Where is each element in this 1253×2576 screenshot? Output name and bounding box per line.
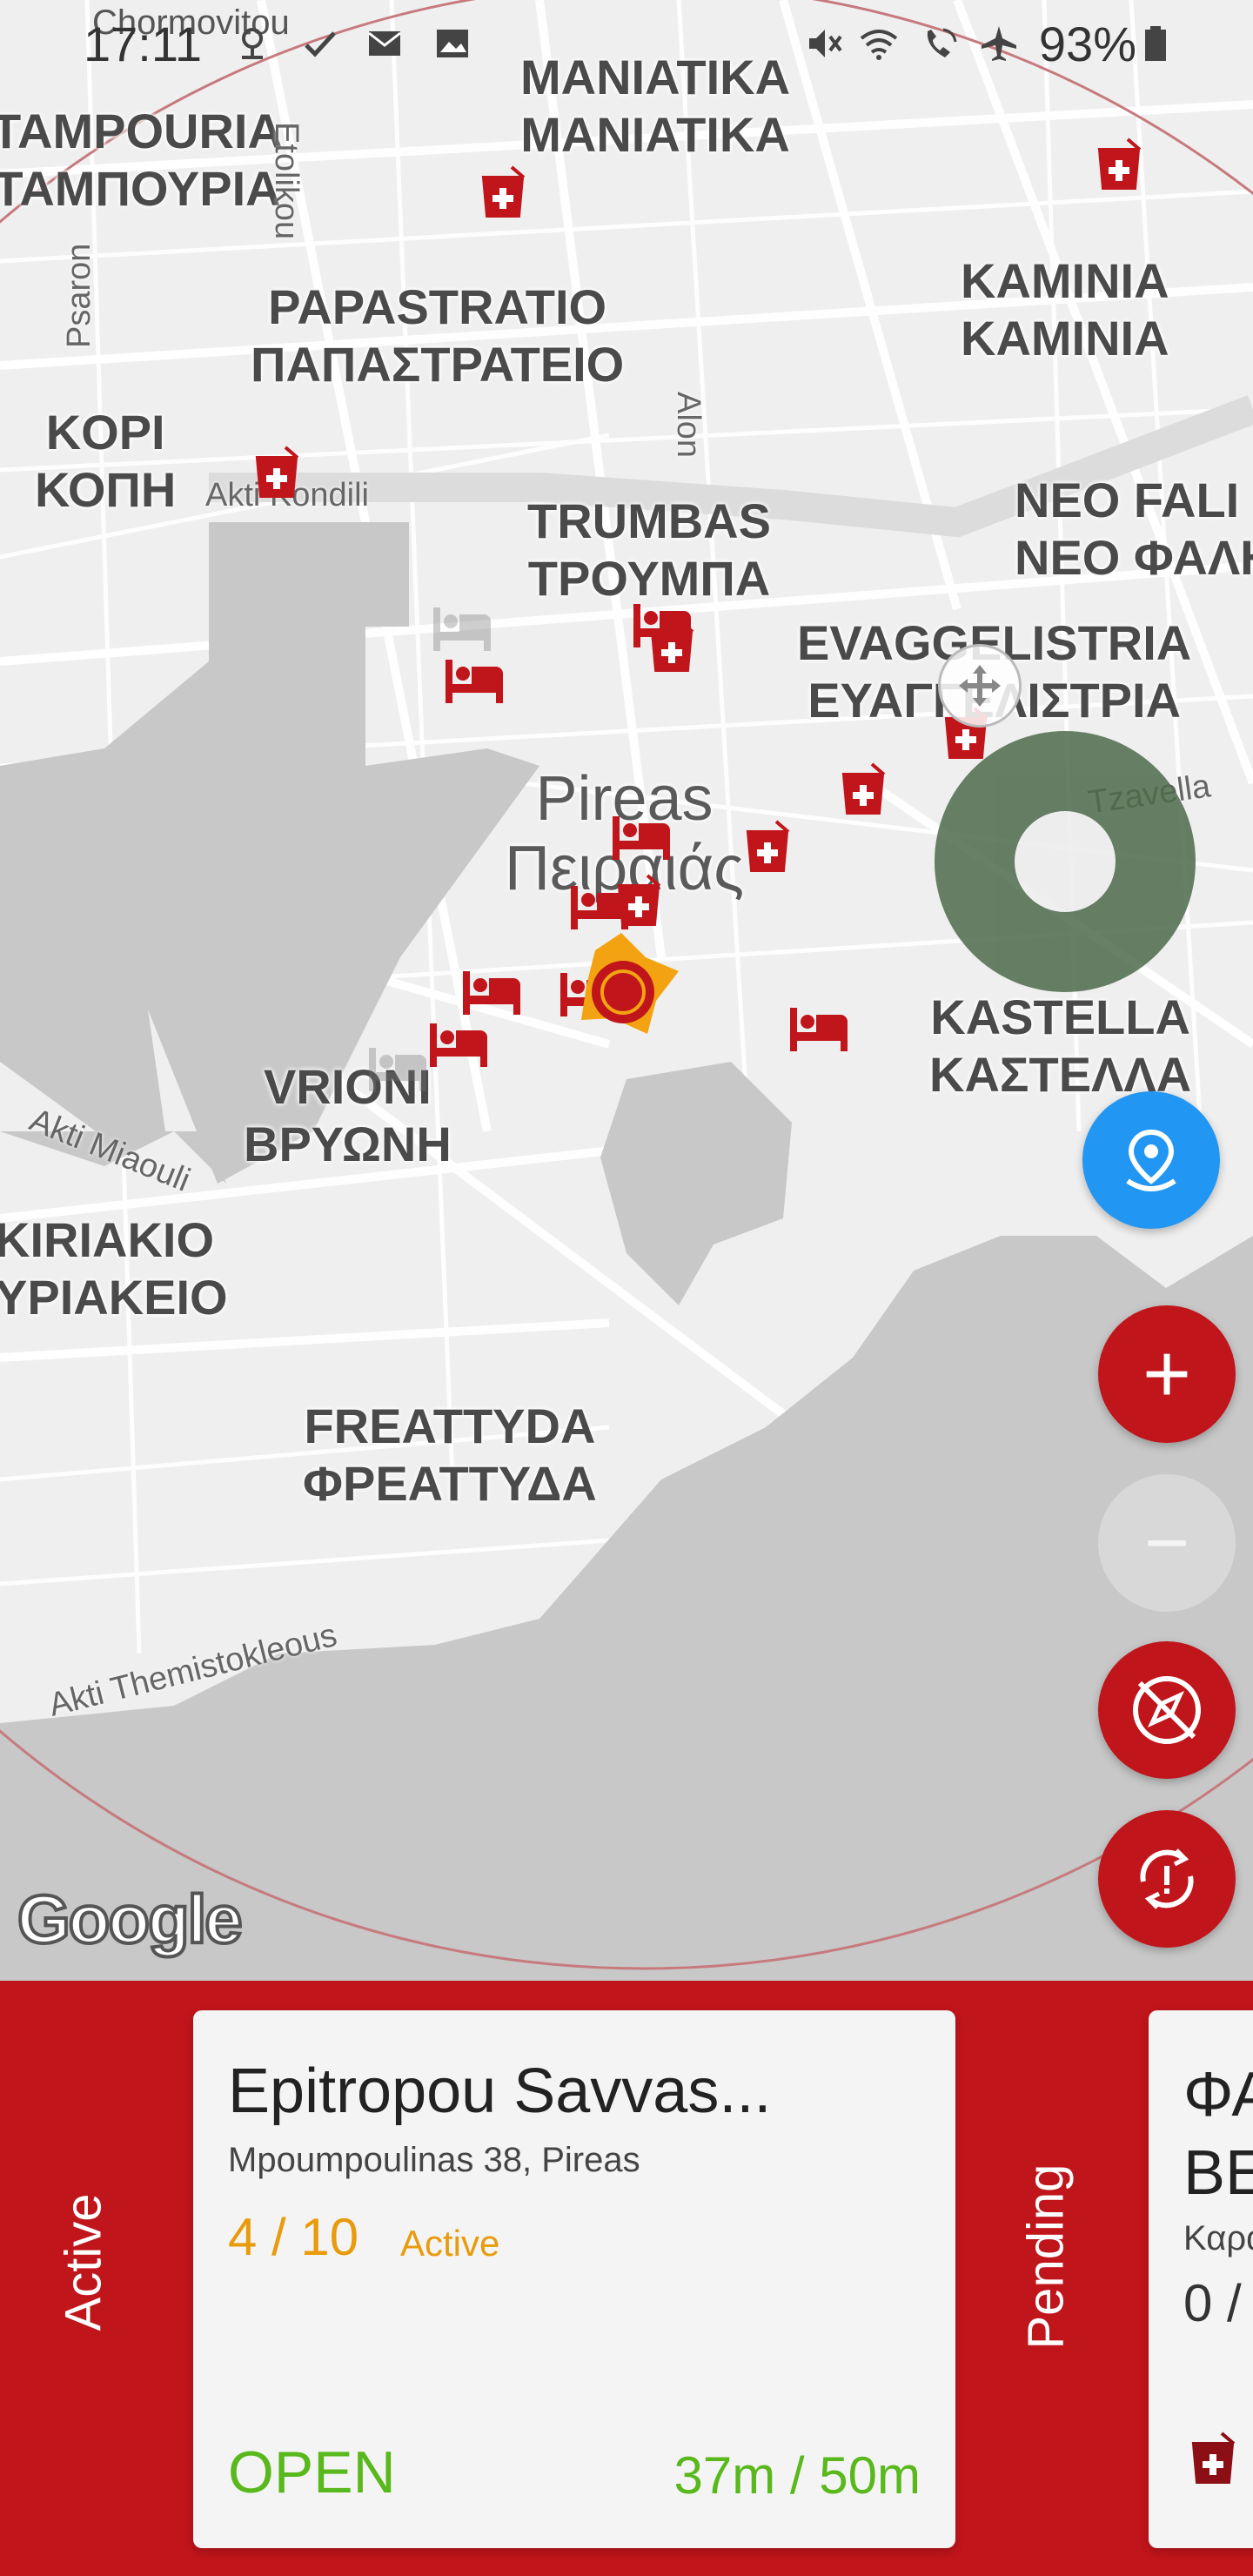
card-capacity: 4 / 10 xyxy=(228,2208,359,2266)
facility-card-active[interactable]: Epitropou Savvas... Mpoumpoulinas 38, Pi… xyxy=(193,2010,955,2548)
hospital-bed-icon xyxy=(369,1048,426,1091)
pharmacy-marker-icon[interactable] xyxy=(1093,138,1147,191)
my-location-button[interactable] xyxy=(1082,1091,1220,1229)
move-arrows-icon xyxy=(959,665,1001,707)
map-view[interactable]: MANIATIKA ΜΑΝΙΑΤΙΚΑ TAMPOURIA ΤΑΜΠΟΥΡΙΑ PA… xyxy=(0,0,1253,1981)
mail-icon xyxy=(368,31,401,56)
hospital-bed-icon[interactable] xyxy=(787,1001,851,1055)
hospital-bed-icon[interactable] xyxy=(630,597,694,651)
hospital-bed-icon xyxy=(433,607,491,651)
facility-card-pending[interactable]: ΦΑΒΕ Καρα 0 / xyxy=(1149,2010,1253,2548)
hospital-bed-icon[interactable] xyxy=(442,653,506,707)
status-bar: Chormovitou 17:11 93% xyxy=(0,0,1253,87)
location-status-icon xyxy=(242,28,263,59)
card-status: Active xyxy=(400,2223,500,2264)
zoom-in-button[interactable]: + xyxy=(1098,1305,1236,1443)
street-psaron: Psaron xyxy=(61,243,97,348)
wifi-call-icon xyxy=(927,28,957,57)
tab-pending[interactable]: Pending xyxy=(1017,2164,1075,2350)
street-etolikou: Etolikou xyxy=(268,122,305,240)
card-address: Mpoumpoulinas 38, Pireas xyxy=(228,2141,640,2179)
pharmacy-marker-icon[interactable] xyxy=(837,762,891,816)
card-address: Καρα xyxy=(1183,2219,1253,2257)
minus-icon: − xyxy=(1143,1499,1190,1587)
pharmacy-icon xyxy=(1191,2432,1236,2484)
district-trumbas: TRUMBAS ΤΡΟΥΜΠΑ xyxy=(527,493,771,606)
zoom-out-button[interactable]: − xyxy=(1098,1474,1236,1612)
card-distance: 37m / 50m xyxy=(673,2446,921,2505)
battery-icon xyxy=(1145,26,1166,61)
district-kopi: KOPI ΚΟΠΗ xyxy=(35,405,177,517)
hospital-bed-icon[interactable] xyxy=(609,809,673,863)
district-kiriakio: KIRIAKIO ΥΡΙΑΚΕΙΟ xyxy=(0,1212,228,1325)
district-papastratio: PAPASTRATIO ΠΑΠΑΣΤΡΑΤΕΙΟ xyxy=(251,279,625,392)
compass-off-icon xyxy=(1133,1676,1201,1744)
sync-alert-icon xyxy=(1140,1848,1194,1909)
google-attribution: Google xyxy=(16,1879,245,1959)
battery-percent: 93% xyxy=(1038,17,1136,71)
district-neo-faliro: NEO FALI ΝΕΟ ΦΑΛΗ xyxy=(1015,473,1253,585)
hospital-bed-icon[interactable] xyxy=(459,964,524,1018)
district-freattyda: FREATTYDA ΦΡΕΑΤΤΥΔΑ xyxy=(303,1399,597,1511)
wifi-icon xyxy=(860,30,898,60)
user-location-marker xyxy=(581,933,679,1034)
hospital-bed-icon[interactable] xyxy=(426,1016,491,1070)
street-alon: Alon xyxy=(670,392,707,459)
joystick-knob[interactable] xyxy=(1015,811,1116,912)
status-time: 17:11 xyxy=(84,17,202,71)
pharmacy-marker-icon[interactable] xyxy=(251,446,305,500)
tab-active[interactable]: Active xyxy=(55,2176,113,2350)
location-pin-icon xyxy=(1126,1129,1176,1191)
mute-icon xyxy=(809,30,842,57)
district-kastella: KASTELLA ΚΑΣΤΕΛΛΑ xyxy=(929,989,1192,1102)
district-tampouria: TAMPOURIA ΤΑΜΠΟΥΡΙΑ xyxy=(0,104,283,216)
card-open-state: OPEN xyxy=(228,2439,396,2506)
plus-icon: + xyxy=(1142,1327,1192,1420)
card-title: Epitropou Savvas... xyxy=(228,2056,772,2126)
sync-alert-button[interactable] xyxy=(1098,1810,1236,1948)
compass-off-button[interactable] xyxy=(1098,1641,1236,1779)
district-kaminia: KAMINIA ΚΑΜΙΝΙΑ xyxy=(961,253,1169,366)
check-icon xyxy=(305,31,336,57)
joystick-pad[interactable] xyxy=(935,731,1196,992)
airplane-icon xyxy=(982,26,1016,61)
drag-handle[interactable] xyxy=(938,644,1022,728)
card-title: ΦΑ ΒΕ xyxy=(1183,2060,1253,2208)
pharmacy-marker-icon[interactable] xyxy=(741,820,795,874)
image-icon xyxy=(437,30,468,57)
card-capacity: 0 / xyxy=(1183,2274,1242,2332)
pharmacy-marker-icon[interactable] xyxy=(477,165,531,219)
